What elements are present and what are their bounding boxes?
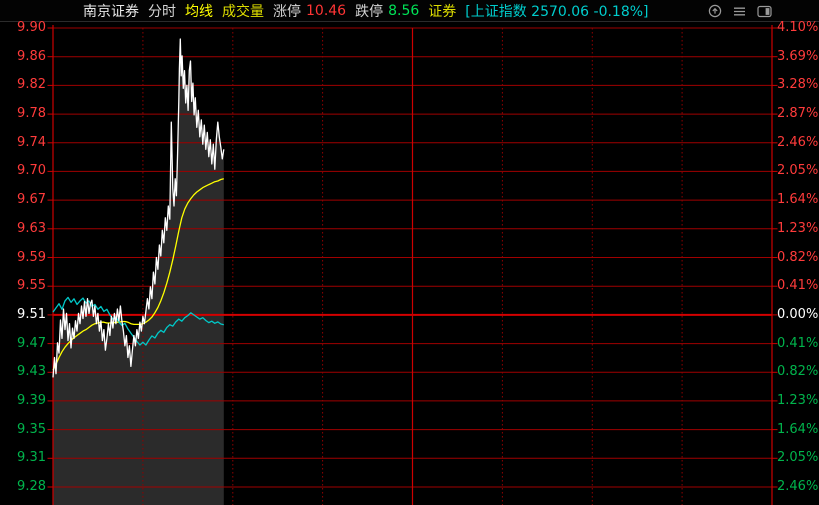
price-tick: 9.82: [0, 76, 46, 94]
percent-tick: 0.00%: [777, 306, 819, 324]
price-tick: 9.28: [0, 478, 46, 496]
percent-tick: 2.46%: [777, 478, 819, 496]
percent-tick: 0.41%: [777, 335, 819, 353]
menu-icon[interactable]: [733, 5, 746, 18]
limit-up-label: 涨停: [273, 1, 301, 21]
header-icon-group: [708, 4, 772, 18]
price-tick: 9.43: [0, 363, 46, 381]
toggle-volume[interactable]: 成交量: [222, 1, 264, 21]
price-tick: 9.47: [0, 335, 46, 353]
trading-app-window: 南京证券 分时 均线 成交量 涨停 10.46 跌停 8.56 证券 [上证指数…: [0, 0, 819, 505]
price-tick: 9.39: [0, 392, 46, 410]
percent-tick: 2.05%: [777, 162, 819, 180]
price-tick: 9.31: [0, 449, 46, 467]
price-axis: 9.90 9.86 9.82 9.78 9.74 9.70 9.67 9.63 9.59 9.55…: [0, 22, 46, 505]
percent-tick: 1.23%: [777, 220, 819, 238]
price-tick: 9.90: [0, 19, 46, 37]
percent-tick: 1.23%: [777, 392, 819, 410]
limit-up-value: 10.46: [306, 3, 346, 19]
price-tick: 9.55: [0, 277, 46, 295]
price-tick: 9.78: [0, 105, 46, 123]
percent-tick: 2.87%: [777, 105, 819, 123]
price-tick: 9.35: [0, 421, 46, 439]
limit-down-value: 8.56: [388, 3, 419, 19]
tab-intraday[interactable]: 分时: [148, 1, 176, 21]
limit-down-label: 跌停: [355, 1, 383, 21]
header-bar: 南京证券 分时 均线 成交量 涨停 10.46 跌停 8.56 证券 [上证指数…: [0, 0, 819, 22]
sector-label[interactable]: 证券: [428, 1, 456, 21]
circle-up-arrow-icon[interactable]: [708, 4, 722, 18]
price-tick: 9.59: [0, 249, 46, 267]
percent-tick: 3.28%: [777, 76, 819, 94]
price-fill-area: [53, 39, 224, 505]
percent-tick: 0.82%: [777, 363, 819, 381]
price-tick: 9.74: [0, 134, 46, 152]
percent-axis: 4.10% 3.69% 3.28% 2.87% 2.46% 2.05% 1.64% 1.23%…: [777, 22, 819, 505]
toggle-ma-line[interactable]: 均线: [185, 1, 213, 21]
price-tick: 9.63: [0, 220, 46, 238]
percent-tick: 2.05%: [777, 449, 819, 467]
chart-area: [47, 22, 778, 505]
price-tick: 9.67: [0, 191, 46, 209]
percent-tick: 4.10%: [777, 19, 819, 37]
price-tick: 9.70: [0, 162, 46, 180]
percent-tick: 1.64%: [777, 191, 819, 209]
percent-tick: 3.69%: [777, 48, 819, 66]
percent-tick: 0.82%: [777, 249, 819, 267]
stock-name: 南京证券: [83, 1, 139, 21]
price-tick: 9.51: [0, 306, 46, 324]
price-tick: 9.86: [0, 48, 46, 66]
panel-layout-icon[interactable]: [757, 5, 772, 18]
index-quote[interactable]: [上证指数 2570.06 -0.18%]: [465, 1, 648, 21]
percent-tick: 2.46%: [777, 134, 819, 152]
intraday-chart[interactable]: [47, 22, 778, 505]
percent-tick: 1.64%: [777, 421, 819, 439]
percent-tick: 0.41%: [777, 277, 819, 295]
